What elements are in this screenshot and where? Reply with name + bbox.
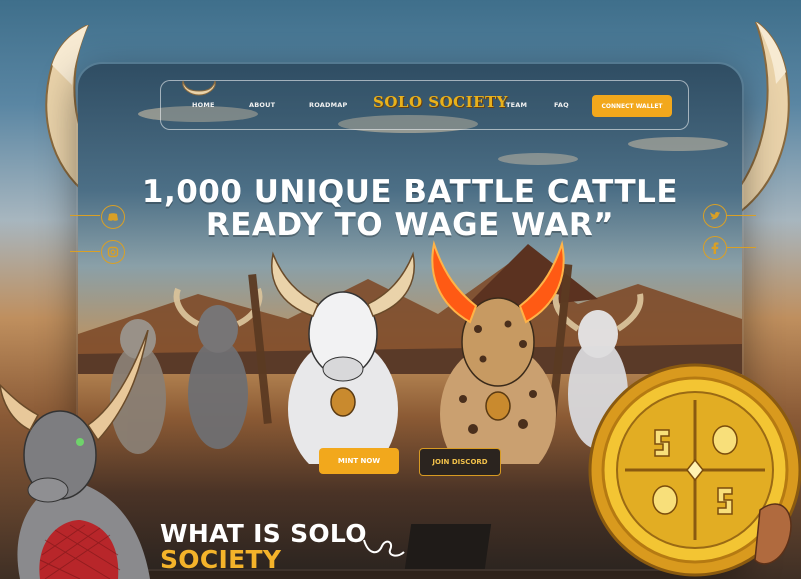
instagram-icon[interactable] [101, 240, 125, 264]
squiggle-arrow-icon [363, 539, 405, 557]
section-title-line1: WHAT IS SOLO [160, 519, 367, 548]
horn-home-icon[interactable] [179, 79, 219, 99]
nav-link-faq[interactable]: FAQ [554, 101, 569, 109]
left-social-line [70, 215, 100, 216]
foreground-bull-character [0, 330, 150, 579]
right-social-line-2 [726, 247, 756, 248]
mint-now-button[interactable]: MINT NOW [319, 448, 399, 474]
nav-link-home[interactable]: HOME [192, 101, 215, 109]
nav-link-about[interactable]: ABOUT [249, 101, 275, 109]
right-social-line [726, 215, 756, 216]
twitter-icon[interactable] [703, 204, 727, 228]
left-social-line-2 [70, 251, 100, 252]
site-logo[interactable]: SOLO SOCIETY [373, 93, 508, 111]
nav-link-roadmap[interactable]: ROADMAP [309, 101, 347, 109]
dark-panel [404, 524, 492, 569]
solo-society-coin [588, 363, 801, 577]
nav-link-team[interactable]: TEAM [506, 101, 527, 109]
join-discord-button[interactable]: JOIN DISCORD [419, 448, 501, 476]
connect-wallet-button[interactable]: CONNECT WALLET [592, 95, 672, 117]
hero-headline-line1: 1,000 UNIQUE BATTLE CATTLE [141, 174, 679, 210]
discord-icon[interactable] [101, 205, 125, 229]
facebook-icon[interactable] [703, 236, 727, 260]
